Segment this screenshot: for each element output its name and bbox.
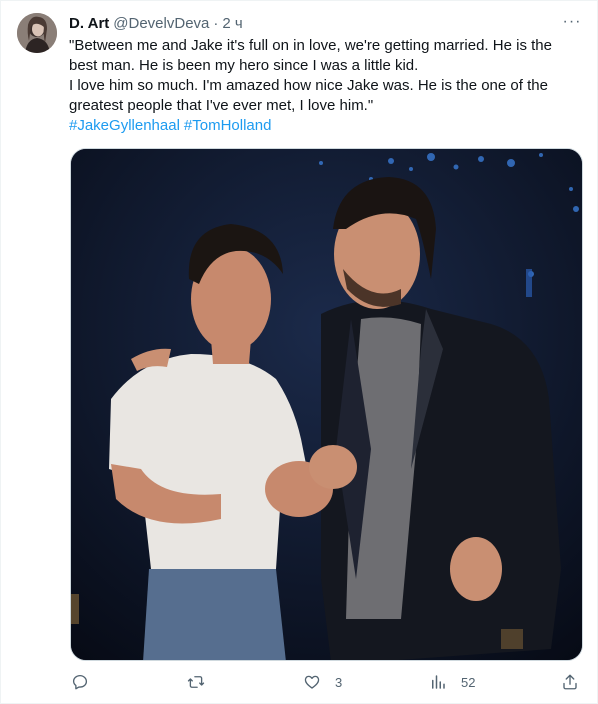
- tweet-text-line: greatest people that I've ever met, I lo…: [69, 97, 374, 114]
- retweet-button[interactable]: [187, 673, 219, 691]
- tweet-card[interactable]: D. Art @DevelvDeva · 2 ч ··· "Between me…: [0, 0, 598, 704]
- avatar-image: [17, 13, 57, 53]
- action-bar: 3 52: [69, 669, 581, 699]
- like-count: 3: [335, 674, 343, 690]
- reply-icon: [72, 674, 88, 690]
- tweet-header: D. Art @DevelvDeva · 2 ч ···: [69, 13, 583, 33]
- share-button[interactable]: [561, 673, 579, 691]
- hashtags: #JakeGyllenhaal #TomHolland: [69, 116, 574, 136]
- retweet-icon: [187, 676, 205, 688]
- like-button[interactable]: 3: [303, 673, 342, 691]
- author-handle[interactable]: @DevelvDeva: [113, 15, 209, 32]
- views-icon: [432, 675, 445, 689]
- tweet-text-line: "Between me and Jake it's full on in lov…: [69, 37, 552, 54]
- views-count: 52: [461, 674, 476, 690]
- heart-icon: [304, 675, 320, 689]
- more-options-icon[interactable]: ···: [561, 11, 583, 33]
- photo-illustration: [71, 149, 582, 660]
- avatar[interactable]: [17, 13, 57, 53]
- hashtag-link[interactable]: #TomHolland: [184, 117, 272, 134]
- tweet-photo[interactable]: [70, 148, 583, 661]
- reply-button[interactable]: [71, 673, 103, 691]
- tweet-text-line: best man. He is been my hero since I was…: [69, 57, 419, 74]
- tweet-text-line: I love him so much. I'm amazed how nice …: [69, 77, 548, 94]
- author-name[interactable]: D. Art: [69, 15, 109, 32]
- separator-dot: ·: [213, 14, 219, 32]
- tweet-text: "Between me and Jake it's full on in lov…: [69, 36, 574, 136]
- views-button[interactable]: 52: [429, 673, 475, 691]
- hashtag-link[interactable]: #JakeGyllenhaal: [69, 117, 180, 134]
- share-icon: [563, 674, 577, 690]
- timestamp[interactable]: 2 ч: [222, 15, 242, 32]
